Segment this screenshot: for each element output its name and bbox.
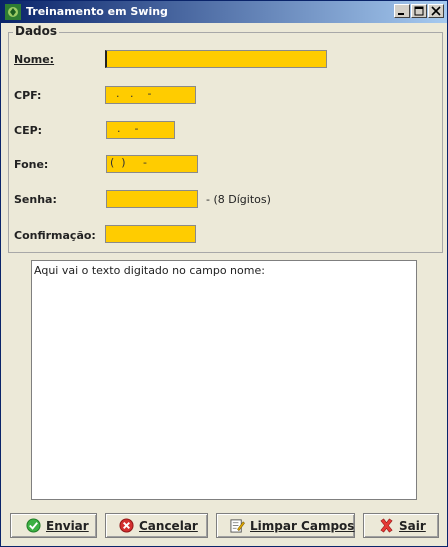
enviar-button[interactable]: Enviar [10,513,97,538]
label-nome: Nome: [14,53,55,66]
maximize-icon [414,6,424,16]
minimize-button[interactable] [394,4,410,18]
java-app-icon [5,4,21,20]
exit-x-icon [380,518,393,533]
maximize-button[interactable] [411,4,427,18]
check-icon [26,518,41,533]
title-bar[interactable]: Treinamento em Swing [1,1,447,23]
label-cep: CEP: [14,124,43,137]
label-fone: Fone: [14,158,49,171]
cancelar-label: Cancelar [139,519,198,533]
output-textarea[interactable]: Aqui vai o texto digitado no campo nome: [31,260,417,500]
close-window-button[interactable] [428,4,444,18]
fone-field[interactable]: ( ) - [106,155,198,173]
cep-field[interactable]: . - [106,121,175,139]
enviar-label: Enviar [46,519,89,533]
limpar-label: Limpar Campos [250,519,355,533]
edit-document-icon [230,519,245,533]
cpf-field[interactable]: . . - [105,86,196,104]
label-senha: Senha: [14,193,57,206]
nome-field[interactable] [105,50,327,68]
app-window: Treinamento em Swing Dados Nome: CPF: . … [0,0,448,547]
window-title: Treinamento em Swing [26,5,168,18]
label-confirmacao: Confirmação: [14,229,96,242]
sair-button[interactable]: Sair [363,513,439,538]
limpar-campos-button[interactable]: Limpar Campos [216,513,355,538]
cancel-icon [119,518,134,533]
dados-title: Dados [13,24,60,38]
senha-hint: - (8 Dígitos) [206,193,271,206]
senha-field[interactable] [106,190,198,208]
cancelar-button[interactable]: Cancelar [105,513,208,538]
close-icon [431,6,441,16]
label-cpf: CPF: [14,89,42,102]
sair-label: Sair [399,519,426,533]
confirmacao-field[interactable] [105,225,196,243]
minimize-icon [398,13,404,15]
